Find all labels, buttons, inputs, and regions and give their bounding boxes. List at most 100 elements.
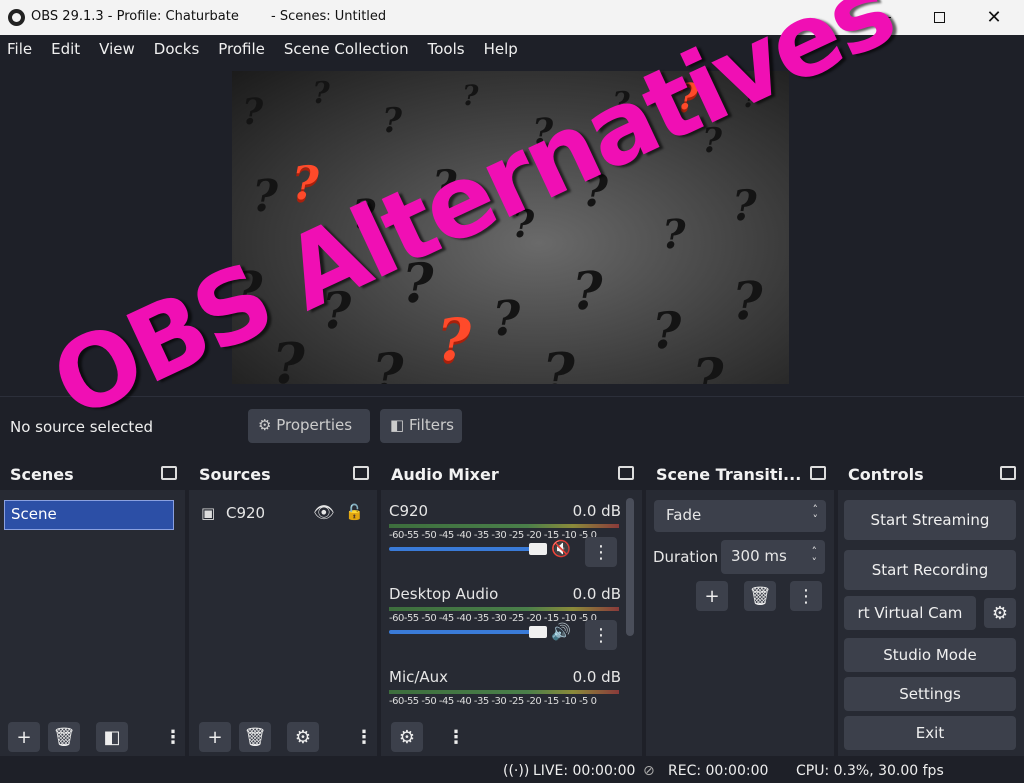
duration-value: 300 ms <box>731 547 787 565</box>
virtual-camera-settings-button[interactable]: ⚙ <box>984 598 1016 628</box>
duration-label: Duration <box>653 548 719 566</box>
start-recording-button[interactable]: Start Recording <box>844 550 1016 590</box>
remove-transition-button[interactable]: 🗑 <box>744 581 776 611</box>
float-dock-icon[interactable] <box>161 466 177 480</box>
properties-button[interactable]: ⚙ Properties <box>248 409 370 443</box>
channel-menu-button[interactable]: ⋮ <box>585 537 617 567</box>
mixer-footer: ⚙ ⋮ <box>381 718 642 756</box>
mixer-channel-c920: C920 0.0 dB -60-55 -50 -45 -40 -35 -30 -… <box>389 502 621 577</box>
mixer-header: Audio Mixer <box>381 458 642 490</box>
add-source-button[interactable]: + <box>199 722 231 752</box>
sources-header: Sources <box>189 458 377 490</box>
plus-icon: + <box>704 585 720 607</box>
mixer-title: Audio Mixer <box>391 465 499 484</box>
filters-button[interactable]: ◧ Filters <box>380 409 462 443</box>
exit-button[interactable]: Exit <box>844 716 1016 750</box>
menu-file[interactable]: File <box>0 35 32 64</box>
remove-source-button[interactable]: 🗑 <box>239 722 271 752</box>
updown-chevron-icon: ˄ ˅ <box>811 545 818 569</box>
filter-icon: ◧ <box>103 726 121 748</box>
title-bar: OBS 29.1.3 - Profile: Chaturbate - Scene… <box>0 0 1024 35</box>
menu-help[interactable]: Help <box>477 35 518 64</box>
mixer-channel-mic-aux: Mic/Aux 0.0 dB -60-55 -50 -45 -40 -35 -3… <box>389 668 621 714</box>
obs-logo-icon <box>8 9 25 26</box>
volume-slider[interactable] <box>389 626 547 638</box>
mixer-menu-button[interactable]: ⋮ <box>447 722 465 752</box>
menu-tools[interactable]: Tools <box>421 35 465 64</box>
source-properties-button[interactable]: ⚙ <box>287 722 319 752</box>
transition-select[interactable]: Fade ˄ ˅ <box>654 500 826 532</box>
scenes-menu-button[interactable]: ⋮ <box>164 722 182 752</box>
audio-mixer-dock: Audio Mixer C920 0.0 dB -60-55 -50 -45 -… <box>381 458 642 756</box>
volume-meter <box>389 607 619 611</box>
sources-footer: + 🗑 ⚙ ⋮ <box>189 718 377 756</box>
float-dock-icon[interactable] <box>1000 466 1016 480</box>
volume-slider[interactable] <box>389 543 547 555</box>
source-list-item[interactable]: ▣ C920 👁 🔓 <box>195 500 369 530</box>
gears-icon: ⚙ <box>398 726 416 748</box>
eye-icon[interactable]: 👁 <box>313 503 335 523</box>
mute-speaker-icon[interactable]: 🔇 <box>551 539 571 558</box>
scenes-footer: + 🗑 ◧ ⋮ <box>0 718 185 756</box>
stream-status-icon: ((·)) <box>503 763 530 779</box>
meter-ticks: -60-55 -50 -45 -40 -35 -30 -25 -20 -15 -… <box>389 696 597 707</box>
plus-icon: + <box>207 726 223 748</box>
menu-docks[interactable]: Docks <box>147 35 199 64</box>
sources-dock: Sources ▣ C920 👁 🔓 + 🗑 ⚙ ⋮ <box>189 458 377 756</box>
studio-mode-button[interactable]: Studio Mode <box>844 638 1016 672</box>
channel-db: 0.0 dB <box>572 502 621 520</box>
minimize-icon <box>879 17 891 18</box>
float-dock-icon[interactable] <box>353 466 369 480</box>
menu-bar: File Edit View Docks Profile Scene Colle… <box>0 35 1024 64</box>
transition-selected: Fade <box>666 506 702 524</box>
kebab-icon: ⋮ <box>355 726 373 748</box>
gear-icon: ⚙ <box>991 602 1009 624</box>
speaker-icon[interactable]: 🔊 <box>551 622 571 641</box>
menu-profile[interactable]: Profile <box>211 35 265 64</box>
channel-name: C920 <box>389 502 429 520</box>
menu-edit[interactable]: Edit <box>44 35 80 64</box>
scene-list-item[interactable]: Scene <box>4 500 174 530</box>
channel-name: Mic/Aux <box>389 668 449 686</box>
transition-menu-button[interactable]: ⋮ <box>790 581 822 611</box>
sources-menu-button[interactable]: ⋮ <box>355 722 373 752</box>
controls-header: Controls <box>838 458 1024 490</box>
start-streaming-button[interactable]: Start Streaming <box>844 500 1016 540</box>
lock-icon[interactable]: 🔓 <box>345 503 364 521</box>
duration-spinbox[interactable]: 300 ms ˄ ˅ <box>721 540 825 574</box>
add-transition-button[interactable]: + <box>696 581 728 611</box>
menu-scene-collection[interactable]: Scene Collection <box>277 35 409 64</box>
virtual-camera-button[interactable]: rt Virtual Cam <box>844 596 976 630</box>
float-dock-icon[interactable] <box>810 466 826 480</box>
plus-icon: + <box>16 726 32 748</box>
status-bar: ((·)) LIVE: 00:00:00 ⊘ REC: 00:00:00 CPU… <box>0 757 1024 783</box>
mixer-scrollbar[interactable] <box>626 498 634 636</box>
camera-icon: ▣ <box>201 504 216 522</box>
scenes-title: Scenes <box>10 465 74 484</box>
filter-icon: ◧ <box>390 416 405 434</box>
menu-view[interactable]: View <box>92 35 135 64</box>
remove-scene-button[interactable]: 🗑 <box>48 722 80 752</box>
advanced-audio-button[interactable]: ⚙ <box>391 722 423 752</box>
mixer-channel-desktop-audio: Desktop Audio 0.0 dB -60-55 -50 -45 -40 … <box>389 585 621 660</box>
channel-menu-button[interactable]: ⋮ <box>585 620 617 650</box>
scene-filters-button[interactable]: ◧ <box>96 722 128 752</box>
no-source-label: No source selected <box>10 418 154 436</box>
settings-button[interactable]: Settings <box>844 677 1016 711</box>
preview-canvas[interactable]: ? ? ? ? ? ? ? ? ? ? ? ? ? ? ? ? ? ? ? ? … <box>232 71 789 384</box>
scene-transitions-dock: Scene Transiti... Fade ˄ ˅ Duration 300 m… <box>646 458 834 756</box>
cpu-fps: CPU: 0.3%, 30.00 fps <box>796 763 944 779</box>
add-scene-button[interactable]: + <box>8 722 40 752</box>
live-timer: LIVE: 00:00:00 <box>533 763 636 779</box>
transitions-title: Scene Transiti... <box>656 465 802 484</box>
scenes-header: Scenes <box>0 458 185 490</box>
filters-label: Filters <box>408 416 454 434</box>
maximize-icon <box>933 12 945 23</box>
float-dock-icon[interactable] <box>618 466 634 480</box>
maximize-button[interactable] <box>916 0 962 35</box>
rec-timer: REC: 00:00:00 <box>668 763 769 779</box>
kebab-icon: ⋮ <box>592 624 610 646</box>
trash-icon: 🗑 <box>52 726 76 748</box>
close-button[interactable]: ✕ <box>971 0 1017 35</box>
minimize-button[interactable] <box>862 0 908 35</box>
